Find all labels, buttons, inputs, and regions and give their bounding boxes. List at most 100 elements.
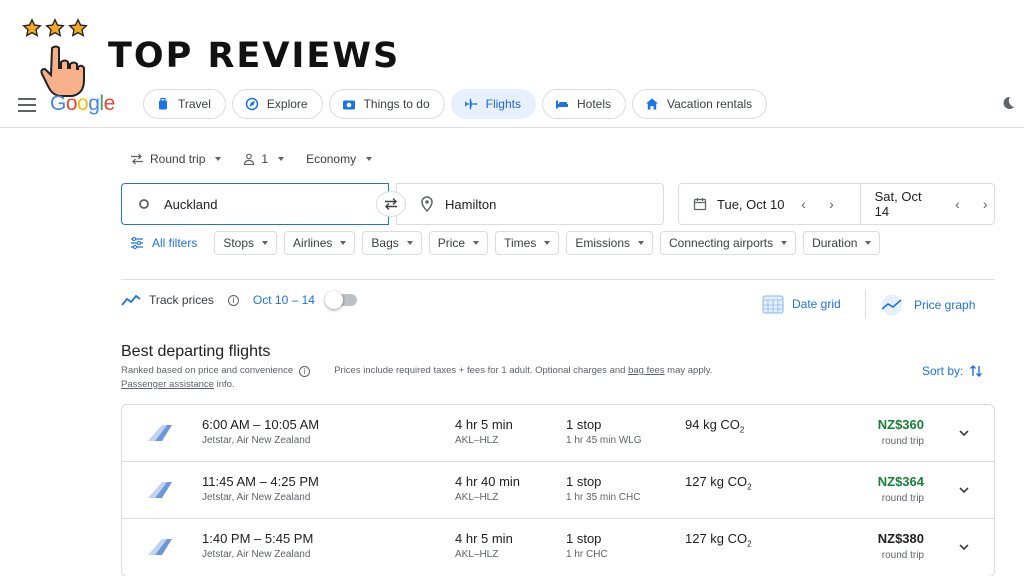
layover-info: 1 hr 45 min WLG — [566, 435, 642, 446]
trip-type-select[interactable]: Round trip — [130, 152, 222, 166]
price-note-text: Prices include required taxes + fees for… — [334, 365, 629, 376]
calendar-icon — [693, 198, 707, 211]
filter-times[interactable]: Times — [495, 231, 560, 255]
layover-info: 1 hr 35 min CHC — [566, 492, 641, 503]
trend-line-icon — [121, 294, 141, 306]
tab-vacation-rentals[interactable]: Vacation rentals — [632, 89, 768, 119]
star-icon — [22, 18, 42, 37]
flight-duration: 4 hr 40 min — [455, 474, 521, 489]
origin-value: Auckland — [164, 196, 218, 212]
product-tabs: Travel Explore Things to do Flights Hote… — [143, 89, 768, 119]
results-title: Best departing flights — [121, 343, 271, 360]
flight-times: 6:00 AM – 10:05 AM — [202, 417, 320, 432]
airline-names: Jetstar, Air New Zealand — [202, 435, 311, 446]
date-grid-label: Date grid — [792, 297, 841, 311]
sort-by-button[interactable]: Sort by: — [922, 364, 983, 378]
tab-hotels[interactable]: Hotels — [541, 89, 626, 119]
bag-fees-link[interactable]: bag fees — [628, 365, 664, 376]
filter-airlines[interactable]: Airlines — [284, 231, 356, 255]
chevron-down-icon — [406, 241, 413, 245]
origin-field[interactable]: Auckland — [121, 183, 389, 225]
tab-travel[interactable]: Travel — [143, 89, 226, 119]
flight-price: NZ$380 — [877, 531, 924, 546]
chevron-right-icon[interactable]: › — [822, 196, 840, 212]
tab-label: Travel — [178, 97, 211, 111]
menu-icon[interactable] — [18, 98, 36, 112]
filter-connecting-airports[interactable]: Connecting airports — [660, 231, 797, 255]
flight-row[interactable]: 6:00 AM – 10:05 AM Jetstar, Air New Zeal… — [122, 405, 994, 462]
departure-date: Tue, Oct 10 — [717, 196, 785, 212]
departure-date-field[interactable]: Tue, Oct 10 ‹ › — [693, 184, 861, 224]
passenger-assistance-link[interactable]: Passenger assistance — [121, 379, 214, 390]
chevron-left-icon[interactable]: ‹ — [794, 196, 812, 212]
filter-label: Stops — [223, 236, 255, 250]
price-note: Prices include required taxes + fees for… — [334, 365, 712, 376]
filter-label: Times — [504, 236, 537, 250]
price-graph-icon — [881, 294, 903, 316]
return-date-field[interactable]: Sat, Oct 14 ‹ › — [861, 189, 994, 219]
chevron-down-icon — [262, 241, 269, 245]
person-icon — [244, 153, 255, 165]
filter-duration[interactable]: Duration — [803, 231, 881, 255]
destination-field[interactable]: Hamilton — [396, 183, 664, 225]
filter-sliders-icon — [131, 237, 143, 249]
chevron-down-icon — [544, 241, 551, 245]
cabin-class-select[interactable]: Economy — [306, 152, 373, 166]
sort-by-label: Sort by: — [922, 364, 964, 378]
price-graph-button[interactable]: Price graph — [878, 294, 975, 316]
tab-flights[interactable]: Flights — [450, 89, 536, 119]
chevron-down-icon[interactable] — [958, 541, 970, 553]
tab-label: Vacation rentals — [667, 97, 753, 111]
tab-label: Hotels — [576, 97, 611, 111]
dark-mode-icon[interactable] — [1000, 95, 1016, 111]
flight-price: NZ$360 — [877, 417, 924, 432]
chevron-down-icon — [366, 157, 373, 161]
results-subtitle: Ranked based on price and convenience i Pr… — [121, 364, 712, 392]
swap-locations-button[interactable] — [376, 191, 406, 217]
tab-label: Flights — [485, 97, 521, 111]
flight-duration: 4 hr 5 min — [455, 417, 513, 432]
chevron-left-icon[interactable]: ‹ — [949, 196, 967, 212]
tab-label: Things to do — [363, 97, 430, 111]
all-filters-button[interactable]: All filters — [130, 236, 197, 250]
stop-count: 1 stop — [566, 474, 602, 489]
track-prices-toggle[interactable] — [324, 291, 357, 309]
flight-results-list: 6:00 AM – 10:05 AM Jetstar, Air New Zeal… — [121, 404, 995, 576]
filter-stops[interactable]: Stops — [214, 231, 278, 255]
filter-emissions[interactable]: Emissions — [566, 231, 654, 255]
star-icon — [45, 18, 65, 37]
filter-bags[interactable]: Bags — [362, 231, 422, 255]
return-date: Sat, Oct 14 — [874, 189, 922, 219]
chevron-down-icon — [473, 241, 480, 245]
google-logo[interactable]: Google — [50, 92, 115, 116]
info-icon[interactable]: i — [299, 366, 311, 377]
passengers-select[interactable]: 1 — [243, 152, 285, 166]
flight-duration: 4 hr 5 min — [455, 531, 513, 546]
filter-price[interactable]: Price — [428, 231, 489, 255]
rating-stars — [22, 18, 88, 38]
calendar-grid-icon — [762, 295, 784, 314]
airline-logo — [148, 539, 172, 555]
chevron-down-icon[interactable] — [958, 484, 970, 496]
flight-times: 1:40 PM – 5:45 PM — [202, 531, 314, 546]
passenger-count: 1 — [261, 152, 269, 166]
date-grid-button[interactable]: Date grid — [762, 294, 841, 314]
flight-row[interactable]: 11:45 AM – 4:25 PM Jetstar, Air New Zeal… — [122, 462, 994, 519]
tab-things-to-do[interactable]: Things to do — [328, 89, 445, 119]
chevron-down-icon — [215, 157, 222, 161]
trip-type-label: Round trip — [150, 152, 206, 166]
price-type: round trip — [881, 436, 924, 447]
flight-times: 11:45 AM – 4:25 PM — [202, 474, 319, 489]
flight-row[interactable]: 1:40 PM – 5:45 PM Jetstar, Air New Zeala… — [122, 519, 994, 576]
tab-label: Explore — [266, 97, 308, 111]
swap-arrows-icon — [131, 153, 143, 165]
divider — [121, 279, 995, 280]
info-icon[interactable]: i — [227, 294, 239, 306]
chevron-right-icon[interactable]: › — [976, 196, 994, 212]
track-prices: Track prices i Oct 10 – 14 — [121, 291, 357, 309]
tab-explore[interactable]: Explore — [231, 89, 323, 119]
airline-names: Jetstar, Air New Zealand — [202, 549, 311, 560]
price-graph-label: Price graph — [914, 298, 976, 312]
chevron-down-icon[interactable] — [958, 427, 970, 439]
flight-route: AKL–HLZ — [455, 549, 499, 560]
